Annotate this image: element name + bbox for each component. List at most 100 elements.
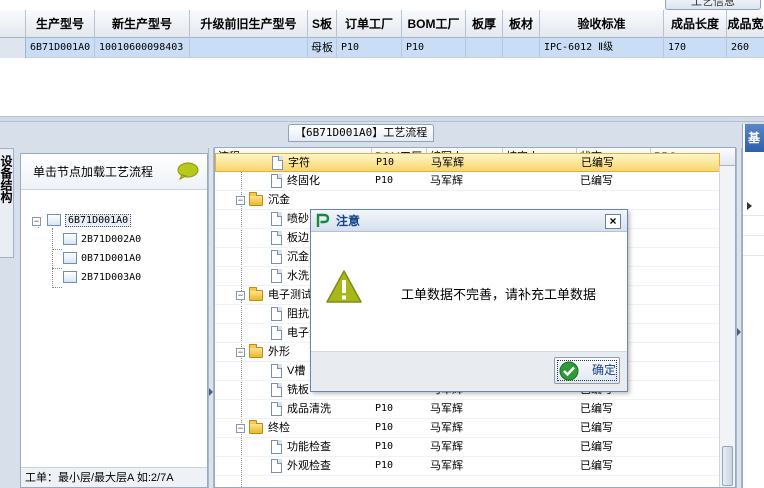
process-group-row[interactable]: − 终检 P10 马军辉 已编写	[215, 419, 720, 438]
collapse-toggle-icon[interactable]: −	[236, 195, 245, 205]
document-icon	[272, 156, 283, 171]
col-new-production-model[interactable]: 新生产型号	[95, 10, 190, 38]
cell-process-name: 终固化	[215, 172, 372, 190]
tree-node-2B71D003A0[interactable]: 2B71D003A0	[63, 269, 141, 287]
cell-reviewer	[504, 154, 578, 172]
tree-node-0B71D001A0[interactable]: 0B71D001A0	[63, 250, 141, 268]
folder-icon	[249, 286, 263, 301]
tree-header: 单击节点加载工艺流程	[21, 154, 207, 190]
document-icon	[271, 383, 282, 398]
work-order-grid: 工艺信息 生产型号 新生产型号 升级前旧生产型号 S板 订单工厂 BOM工厂 板…	[0, 0, 764, 116]
document-icon	[271, 212, 282, 227]
process-step-row[interactable]: 成品清洗 P10 马军辉 已编写	[215, 400, 720, 419]
document-icon	[271, 440, 282, 455]
process-step-row[interactable]: 功能检查 P10 马军辉 已编写	[215, 438, 720, 457]
cell-production-model: 6B71D001A0	[26, 38, 95, 58]
ok-button-label: 确定	[592, 363, 617, 377]
document-icon	[271, 307, 282, 322]
dialog-body: 工单数据不完善，请补充工单数据	[311, 233, 627, 351]
collapse-toggle-icon[interactable]: −	[236, 290, 245, 300]
tree-node-6B71D001A0[interactable]: 6B71D001A0	[47, 212, 132, 230]
collapse-toggle-icon[interactable]: −	[236, 423, 245, 433]
cell-author: 马军辉	[431, 157, 464, 169]
panel-title: 【6B71D001A0】工艺流程	[288, 124, 435, 142]
row-selector-header	[0, 10, 26, 38]
dialog-message: 工单数据不完善，请补充工单数据	[401, 287, 597, 302]
cell-reviewer	[503, 172, 577, 190]
vertical-scrollbar[interactable]	[719, 166, 735, 487]
process-name-label: 功能检查	[287, 441, 331, 453]
cell-status: 已编写	[580, 175, 613, 187]
cell-status: 已编写	[580, 460, 613, 472]
process-step-row[interactable]: 外观检查 P10 马军辉 已编写	[215, 457, 720, 476]
col-bom-factory[interactable]: BOM工厂	[402, 10, 466, 38]
cell-author: 马军辉	[430, 460, 463, 472]
cell-author: 马军辉	[430, 422, 463, 434]
check-circle-icon	[559, 361, 579, 381]
tree-collapse-toggle[interactable]: −	[32, 217, 41, 226]
folder-icon	[249, 419, 263, 434]
cell-status: 已编写	[580, 403, 613, 415]
process-name-label: 成品清洗	[287, 403, 331, 415]
cell-bom-factory: P10	[375, 175, 394, 186]
basic-info-panel: 基	[742, 124, 764, 488]
process-step-row[interactable]: 终固化 P10 马军辉 已编写	[215, 172, 720, 191]
cell-bom-factory: P10	[376, 157, 395, 168]
process-step-row[interactable]: 字符 P10 马军辉 已编写	[215, 153, 720, 172]
model-tree-panel: 单击节点加载工艺流程 − 6B71D001A0 2B71D002A0 0B71D…	[20, 153, 208, 488]
cell-order-factory: P10	[337, 38, 402, 58]
cell-process-name: 功能检查	[215, 438, 372, 456]
table-row[interactable]: 6B71D001A0 10010600098403 母板 P10 P10 IPC…	[0, 38, 764, 58]
process-info-button[interactable]: 工艺信息	[665, 0, 761, 10]
col-acceptance-standard[interactable]: 验收标准	[540, 10, 664, 38]
app-logo-icon	[316, 213, 330, 227]
basic-info-tab[interactable]: 基	[745, 124, 764, 152]
col-order-factory[interactable]: 订单工厂	[337, 10, 402, 38]
process-name-label: 喷砂	[287, 213, 309, 225]
cell-author: 马军辉	[430, 403, 463, 415]
col-production-model[interactable]: 生产型号	[26, 10, 95, 38]
cell-reviewer	[503, 419, 577, 437]
collapse-toggle-icon[interactable]: −	[236, 347, 245, 357]
cell-process-name: 成品清洗	[215, 400, 372, 418]
process-name-label: 外观检查	[287, 460, 331, 472]
col-s-board[interactable]: S板	[308, 10, 337, 38]
cell-old-production-model	[190, 38, 308, 58]
ok-button[interactable]: 确定	[554, 357, 620, 384]
col-old-production-model[interactable]: 升级前旧生产型号	[190, 10, 308, 38]
close-icon[interactable]: ×	[605, 214, 621, 229]
cell-finished-width: 260	[731, 42, 750, 53]
cell-board-thickness	[466, 38, 503, 58]
row-selector[interactable]	[0, 38, 26, 58]
process-name-label: 板边	[287, 232, 309, 244]
board-icon	[63, 271, 77, 283]
process-name-label: 字符	[288, 157, 310, 169]
cell-new-production-model: 10010600098403	[95, 38, 190, 58]
process-name-label: 终检	[268, 422, 290, 434]
cell-author: 马军辉	[430, 175, 463, 187]
col-finished-length[interactable]: 成品长度	[664, 10, 727, 38]
cell-author: 马军辉	[430, 441, 463, 453]
collapse-arrow-icon[interactable]	[737, 328, 741, 336]
equipment-structure-tab[interactable]: 设备结构	[0, 148, 14, 258]
scrollbar-thumb[interactable]	[722, 446, 733, 486]
list-item[interactable]	[743, 196, 764, 216]
process-name-label: 沉金	[268, 194, 290, 206]
list-item[interactable]	[743, 236, 764, 256]
dialog-titlebar[interactable]: 注意 ×	[311, 210, 627, 232]
document-icon	[271, 231, 282, 246]
board-icon	[63, 252, 77, 264]
cell-reviewer	[503, 400, 577, 418]
process-name-label: 阻抗	[287, 308, 309, 320]
collapse-arrow-icon[interactable]	[209, 388, 213, 396]
cell-process-name: 字符	[216, 154, 373, 172]
col-board-thickness[interactable]: 板厚	[466, 10, 503, 38]
tree-node-2B71D002A0[interactable]: 2B71D002A0	[63, 231, 141, 249]
col-finished-width[interactable]: 成品宽	[727, 10, 764, 38]
col-board-material[interactable]: 板材	[503, 10, 540, 38]
process-name-label: 沉金	[287, 251, 309, 263]
list-item[interactable]	[743, 216, 764, 236]
process-name-label: 终固化	[287, 175, 320, 187]
warning-icon	[326, 270, 362, 303]
process-group-row[interactable]: − 沉金	[215, 191, 720, 210]
